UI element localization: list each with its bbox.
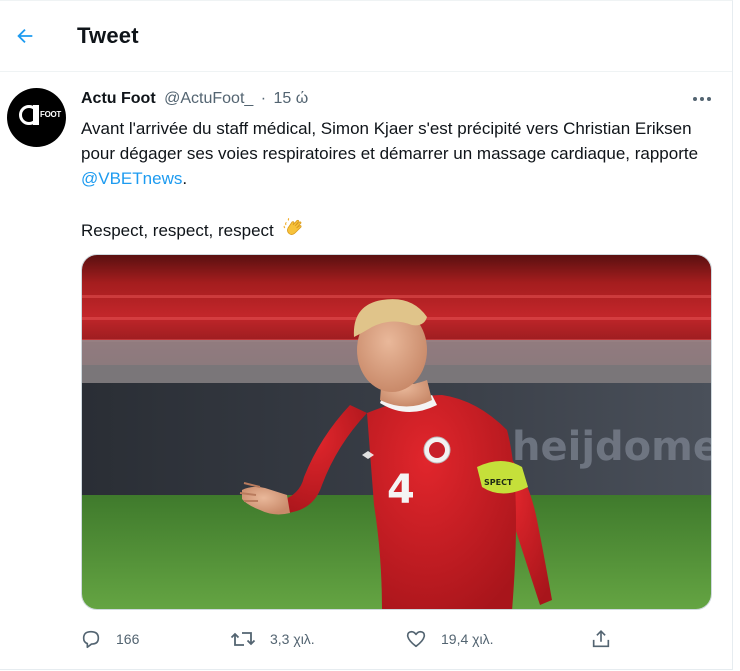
like-count: 19,4 χιλ. bbox=[441, 631, 494, 647]
author-handle[interactable]: @ActuFoot_ bbox=[164, 90, 253, 107]
retweet-count: 3,3 χιλ. bbox=[270, 631, 315, 647]
arrow-left-icon bbox=[17, 28, 33, 44]
separator-dot: · bbox=[260, 90, 267, 107]
heart-icon bbox=[406, 630, 426, 648]
share-button[interactable] bbox=[590, 623, 612, 655]
tweet-text-body: Avant l'arrivée du staff médical, Simon … bbox=[81, 119, 699, 163]
reply-button[interactable]: 166 bbox=[80, 623, 139, 655]
page-title: Tweet bbox=[77, 23, 139, 48]
share-icon bbox=[592, 630, 610, 648]
respect-text: Respect, respect, respect bbox=[81, 221, 274, 240]
tweet-text-end: . bbox=[182, 169, 188, 188]
back-button[interactable] bbox=[8, 19, 42, 53]
author-name[interactable]: Actu Foot bbox=[81, 90, 156, 107]
tweet-author-row: Actu Foot @ActuFoot_ · 15 ώ bbox=[81, 90, 308, 112]
more-dots-icon bbox=[693, 97, 711, 101]
retweet-icon bbox=[230, 632, 256, 646]
player-photo: heijdomes bbox=[82, 255, 712, 609]
captain-armband-text: SPECT bbox=[484, 478, 513, 487]
page-header: Tweet bbox=[0, 1, 732, 72]
tweet-text-second-paragraph: Respect, respect, respect bbox=[81, 216, 306, 247]
tweet-actions: 166 3,3 χιλ. 19,4 χιλ. bbox=[0, 623, 732, 655]
tweet-text: Avant l'arrivée du staff médical, Simon … bbox=[81, 116, 701, 191]
more-options-button[interactable] bbox=[688, 87, 716, 111]
retweet-button[interactable]: 3,3 χιλ. bbox=[230, 623, 315, 655]
tweet-timestamp[interactable]: 15 ώ bbox=[274, 90, 309, 107]
clapping-hands-icon bbox=[282, 216, 306, 247]
avatar[interactable]: FOOT bbox=[7, 88, 66, 147]
ad-board-text: heijdomes bbox=[512, 424, 712, 470]
tweet-page: Tweet FOOT Actu Foot @ActuFoot_ · 15 ώ A… bbox=[0, 0, 733, 670]
avatar-logo-text: FOOT bbox=[40, 110, 62, 119]
reply-count: 166 bbox=[116, 631, 140, 647]
reply-icon bbox=[82, 630, 100, 649]
like-button[interactable]: 19,4 χιλ. bbox=[405, 623, 494, 655]
jersey-number: 4 bbox=[387, 467, 415, 513]
mention-link[interactable]: @VBETnews bbox=[81, 169, 182, 188]
logo-bar bbox=[33, 105, 39, 125]
tweet-photo[interactable]: heijdomes bbox=[81, 254, 712, 610]
